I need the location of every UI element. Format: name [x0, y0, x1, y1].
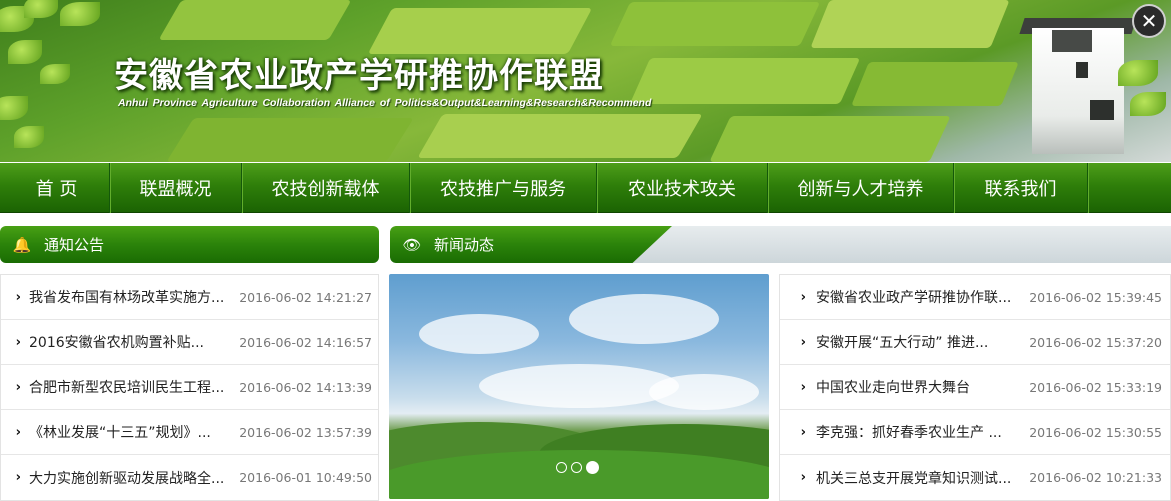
list-item[interactable]: › 中国农业走向世界大舞台 2016-06-02 15:33:19: [780, 365, 1170, 410]
nav-item-home[interactable]: 首 页: [4, 162, 110, 213]
list-item-date: 2016-06-01 10:49:50: [239, 470, 372, 485]
list-item-title[interactable]: 中国农业走向世界大舞台: [816, 377, 1029, 397]
banner-leaf: [24, 0, 58, 18]
banner-leaf: [0, 96, 28, 120]
banner-leaf: [1130, 92, 1166, 116]
list-item[interactable]: › 安徽省农业政产学研推协作联... 2016-06-02 15:39:45: [780, 275, 1170, 320]
banner-field: [417, 114, 703, 158]
nav-item-label: 联系我们: [984, 178, 1057, 200]
carousel-dots: [556, 461, 599, 474]
chevron-right-icon: ›: [15, 289, 21, 305]
slide-cloud: [419, 314, 539, 354]
list-item[interactable]: › 《林业发展“十三五”规划》... 2016-06-02 13:57:39: [1, 410, 378, 455]
eye-icon: 👁: [402, 235, 422, 254]
nav-item-label: 农业技术攻关: [628, 178, 736, 200]
list-item-date: 2016-06-02 15:37:20: [1029, 334, 1162, 350]
list-item-date: 2016-06-02 14:21:27: [239, 289, 372, 305]
nav-item-label: 首 页: [35, 178, 78, 200]
list-item[interactable]: › 安徽开展“五大行动” 推进... 2016-06-02 15:37:20: [780, 320, 1170, 365]
slide-cloud: [649, 374, 759, 410]
chevron-right-icon: ›: [800, 470, 806, 485]
banner-house-gable: [1052, 30, 1092, 52]
news-header: 👁 新闻动态: [390, 226, 1171, 263]
list-item-title[interactable]: 安徽省农业政产学研推协作联...: [816, 287, 1029, 307]
chevron-right-icon: ›: [800, 334, 806, 350]
carousel-dot-active[interactable]: [586, 461, 599, 474]
banner-leaf: [60, 2, 100, 26]
news-header-tab: 👁 新闻动态: [390, 226, 672, 263]
notice-header: 🔔 通知公告: [0, 226, 379, 263]
chevron-right-icon: ›: [15, 470, 21, 485]
banner-field: [158, 0, 352, 40]
list-item-date: 2016-06-02 15:33:19: [1029, 379, 1162, 395]
list-item[interactable]: › 合肥市新型农民培训民生工程... 2016-06-02 14:13:39: [1, 365, 378, 410]
nav-item-label: 创新与人才培养: [797, 178, 924, 200]
chevron-right-icon: ›: [800, 289, 806, 305]
list-item-title[interactable]: 大力实施创新驱动发展战略全...: [29, 468, 239, 488]
banner-field: [609, 2, 821, 46]
chevron-right-icon: ›: [800, 379, 806, 395]
list-item-title[interactable]: 李克强：抓好春季农业生产 ...: [816, 422, 1029, 442]
list-item-title[interactable]: 我省发布国有林场改革实施方...: [29, 287, 239, 307]
carousel-dot[interactable]: [571, 462, 582, 473]
banner-field: [166, 118, 414, 162]
carousel-dot[interactable]: [556, 462, 567, 473]
banner-leaf: [1118, 60, 1158, 86]
notice-title[interactable]: 通知公告: [44, 234, 104, 255]
bell-icon: 🔔: [12, 235, 32, 254]
notice-list: › 我省发布国有林场改革实施方... 2016-06-02 14:21:27 ›…: [0, 274, 379, 501]
slide-hill: [389, 450, 769, 499]
slide-cloud: [479, 364, 679, 408]
list-item-title[interactable]: 合肥市新型农民培训民生工程...: [29, 377, 239, 397]
nav-item-talent-training[interactable]: 创新与人才培养: [768, 162, 954, 213]
list-item-date: 2016-06-02 14:16:57: [239, 334, 372, 350]
list-item-date: 2016-06-02 13:57:39: [239, 424, 372, 440]
list-item-date: 2016-06-02 14:13:39: [239, 379, 372, 395]
list-item[interactable]: › 李克强：抓好春季农业生产 ... 2016-06-02 15:30:55: [780, 410, 1170, 455]
nav-item-label: 农技创新载体: [271, 178, 380, 200]
chevron-right-icon: ›: [800, 424, 806, 440]
nav-item-innovation-carrier[interactable]: 农技创新载体: [242, 162, 410, 213]
chevron-right-icon: ›: [15, 379, 21, 395]
banner-leaf: [8, 40, 42, 64]
list-item-date: 2016-06-02 10:21:33: [1029, 470, 1162, 485]
list-item-date: 2016-06-02 15:39:45: [1029, 289, 1162, 305]
banner-leaf: [40, 64, 70, 84]
nav-item-label: 联盟概况: [139, 178, 212, 200]
list-item[interactable]: › 机关三总支开展党章知识测试... 2016-06-02 10:21:33: [780, 455, 1170, 500]
chevron-right-icon: ›: [15, 424, 21, 440]
list-item-title[interactable]: 安徽开展“五大行动” 推进...: [816, 332, 1029, 352]
list-item[interactable]: › 大力实施创新驱动发展战略全... 2016-06-01 10:49:50: [1, 455, 378, 500]
site-title: 安徽省农业政产学研推协作联盟: [114, 56, 604, 96]
site-subtitle: Anhui Province Agriculture Collaboration…: [118, 97, 652, 109]
close-button[interactable]: ✕: [1132, 4, 1166, 38]
slide-cloud: [569, 294, 719, 344]
banner-leaf: [14, 126, 44, 148]
banner-house-window: [1090, 100, 1114, 120]
nav-item-tech-research[interactable]: 农业技术攻关: [597, 162, 768, 213]
nav-item-overview[interactable]: 联盟概况: [110, 162, 242, 213]
nav-item-label: 农技推广与服务: [440, 178, 566, 200]
list-item-title[interactable]: 2016安徽省农机购置补贴...: [29, 332, 239, 352]
news-list: › 安徽省农业政产学研推协作联... 2016-06-02 15:39:45 ›…: [779, 274, 1171, 501]
banner-field: [851, 62, 1019, 106]
news-title[interactable]: 新闻动态: [434, 234, 494, 255]
list-item-title[interactable]: 《林业发展“十三五”规划》...: [29, 422, 239, 442]
main-nav: 首 页 联盟概况 农技创新载体 农技推广与服务 农业技术攻关 创新与人才培养 联…: [0, 162, 1171, 213]
banner-field: [629, 58, 861, 104]
list-item[interactable]: › 我省发布国有林场改革实施方... 2016-06-02 14:21:27: [1, 275, 378, 320]
list-item[interactable]: › 2016安徽省农机购置补贴... 2016-06-02 14:16:57: [1, 320, 378, 365]
banner-field: [810, 0, 1010, 48]
nav-item-extension-service[interactable]: 农技推广与服务: [410, 162, 597, 213]
banner-house-window: [1076, 62, 1088, 78]
list-item-title[interactable]: 机关三总支开展党章知识测试...: [816, 468, 1029, 488]
site-banner: 安徽省农业政产学研推协作联盟 Anhui Province Agricultur…: [0, 0, 1171, 162]
list-item-date: 2016-06-02 15:30:55: [1029, 424, 1162, 440]
nav-item-contact[interactable]: 联系我们: [954, 162, 1088, 213]
banner-field: [709, 116, 951, 162]
chevron-right-icon: ›: [15, 334, 21, 350]
